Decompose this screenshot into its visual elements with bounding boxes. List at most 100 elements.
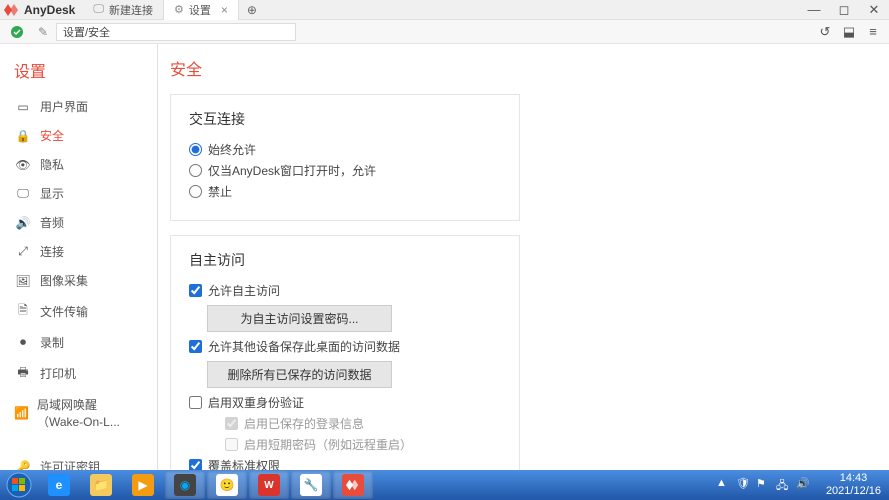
close-window-button[interactable]: ✕	[859, 2, 889, 18]
menu-icon[interactable]: ≡	[861, 24, 885, 39]
radio-always-allow[interactable]: 始终允许	[189, 141, 501, 158]
sidebar-item-filetransfer[interactable]: 🗎文件传输	[0, 295, 157, 328]
taskbar-clock[interactable]: 14:43 2021/12/16	[818, 472, 889, 498]
taskbar-app1[interactable]: 🙂	[207, 471, 247, 499]
sidebar-item-ui[interactable]: ▭ 用户界面	[0, 92, 157, 121]
checkbox-input[interactable]	[189, 396, 202, 409]
checkbox-input[interactable]	[189, 340, 202, 353]
taskbar-anydesk[interactable]	[333, 471, 373, 499]
sidebar-item-privacy[interactable]: 👁隐私	[0, 150, 157, 179]
checkbox-label: 启用已保存的登录信息	[244, 415, 364, 432]
tray-up-icon[interactable]: ▲	[716, 477, 732, 493]
address-bar: ✎ 设置/安全 ↺ ⬓ ≡	[0, 20, 889, 44]
checkbox-input[interactable]	[225, 438, 238, 451]
sidebar-item-display[interactable]: 🖵 显示	[0, 179, 157, 208]
chk-override-permissions[interactable]: 覆盖标准权限	[189, 457, 501, 470]
sidebar-item-label: 局域网唤醒（Wake-On-L...	[37, 396, 143, 430]
connection-icon: ⤢	[14, 244, 32, 259]
tray-volume-icon[interactable]: 🔊	[796, 477, 812, 493]
chk-saved-login[interactable]: 启用已保存的登录信息	[225, 415, 501, 432]
history-icon[interactable]: ↺	[813, 24, 837, 40]
lock-icon: 🔒	[14, 129, 32, 143]
chk-2fa[interactable]: 启用双重身份验证	[189, 394, 501, 411]
breadcrumb-box[interactable]: 设置/安全	[56, 23, 296, 41]
radio-label: 仅当AnyDesk窗口打开时，允许	[208, 162, 376, 179]
tray-network-icon[interactable]: 🖧	[776, 477, 792, 493]
tray-flag-icon[interactable]: ⚑	[756, 477, 772, 493]
display-icon: 🖵	[14, 186, 32, 201]
tab-new-connection[interactable]: 🖵 新建连接	[83, 0, 164, 20]
sidebar-item-wol[interactable]: 📶局域网唤醒（Wake-On-L...	[0, 390, 157, 436]
checkbox-label: 启用短期密码（例如远程重启）	[244, 436, 412, 453]
sidebar-item-connection[interactable]: ⤢ 连接	[0, 237, 157, 266]
radio-input[interactable]	[189, 164, 202, 177]
sidebar-item-audio[interactable]: 🔊 音频	[0, 208, 157, 237]
taskbar-browser[interactable]: ◉	[165, 471, 205, 499]
taskbar-app2[interactable]: 🔧	[291, 471, 331, 499]
sidebar-item-label: 连接	[40, 243, 64, 260]
sidebar-item-capture[interactable]: 🖼图像采集	[0, 266, 157, 295]
checkbox-label: 启用双重身份验证	[208, 394, 304, 411]
sidebar-item-label: 录制	[40, 334, 64, 351]
page-title: 安全	[170, 56, 889, 80]
key-icon: 🔑	[14, 460, 32, 471]
breadcrumb: 设置/安全	[63, 24, 110, 40]
minimize-button[interactable]: ―	[799, 2, 829, 17]
card-title: 自主访问	[189, 250, 501, 270]
sidebar-item-label: 打印机	[40, 365, 76, 382]
sidebar-item-label: 显示	[40, 185, 64, 202]
checkbox-input[interactable]	[189, 284, 202, 297]
sidebar-item-printer[interactable]: 🖶 打印机	[0, 357, 157, 390]
card-unattended-access: 自主访问 允许自主访问 为自主访问设置密码... 允许其他设备保存此桌面的访问数…	[170, 235, 520, 470]
checkbox-input[interactable]	[189, 459, 202, 470]
taskbar-wps[interactable]: W	[249, 471, 289, 499]
tray-shield-icon[interactable]: 🛡	[736, 477, 752, 493]
taskbar-media[interactable]: ▶	[123, 471, 163, 499]
start-button[interactable]	[0, 470, 38, 500]
printer-icon: 🖶	[14, 363, 32, 384]
sidebar-item-security[interactable]: 🔒 安全	[0, 121, 157, 150]
ui-icon: ▭	[14, 100, 32, 114]
taskbar-ie[interactable]: e	[39, 471, 79, 499]
radio-input[interactable]	[189, 185, 202, 198]
close-tab-icon[interactable]: ×	[221, 3, 228, 17]
sidebar-item-license[interactable]: 🔑许可证密钥	[0, 452, 157, 470]
chk-short-password[interactable]: 启用短期密码（例如远程重启）	[225, 436, 501, 453]
download-icon[interactable]: ⬓	[837, 24, 861, 40]
clock-time: 14:43	[826, 472, 881, 485]
tab-label: 设置	[189, 2, 211, 18]
maximize-button[interactable]: ◻	[829, 2, 859, 18]
sidebar-item-record[interactable]: ⏺ 录制	[0, 328, 157, 357]
tab-settings[interactable]: ⚙ 设置 ×	[164, 0, 239, 20]
sidebar-item-label: 用户界面	[40, 98, 88, 115]
clock-date: 2021/12/16	[826, 485, 881, 498]
chk-allow-save-access[interactable]: 允许其他设备保存此桌面的访问数据	[189, 338, 501, 355]
card-title: 交互连接	[189, 109, 501, 129]
radio-input[interactable]	[189, 143, 202, 156]
gear-icon: ⚙	[174, 3, 184, 16]
radio-label: 禁止	[208, 183, 232, 200]
checkbox-label: 允许自主访问	[208, 282, 280, 299]
btn-delete-saved[interactable]: 删除所有已保存的访问数据	[207, 361, 392, 388]
content: 安全 交互连接 始终允许 仅当AnyDesk窗口打开时，允许 禁止 自主访问 允…	[158, 44, 889, 470]
radio-window-open[interactable]: 仅当AnyDesk窗口打开时，允许	[189, 162, 501, 179]
sidebar-item-label: 音频	[40, 214, 64, 231]
new-tab-button[interactable]: ⊕	[239, 3, 265, 17]
speaker-icon: 🔊	[14, 216, 32, 230]
sidebar-heading: 设置	[0, 54, 157, 92]
sidebar: 设置 ▭ 用户界面 🔒 安全 👁隐私 🖵 显示 🔊 音频 ⤢ 连接 🖼图像采集 🗎文件传输…	[0, 44, 158, 470]
tab-label: 新建连接	[109, 2, 153, 18]
wand-icon[interactable]: ✎	[34, 23, 52, 41]
record-icon: ⏺	[14, 335, 32, 350]
btn-set-password[interactable]: 为自主访问设置密码...	[207, 305, 392, 332]
sidebar-item-label: 隐私	[40, 156, 64, 173]
system-tray[interactable]: ▲ 🛡 ⚑ 🖧 🔊	[710, 477, 818, 493]
checkbox-input[interactable]	[225, 417, 238, 430]
sidebar-item-label: 安全	[40, 127, 64, 144]
titlebar: AnyDesk 🖵 新建连接 ⚙ 设置 × ⊕ ― ◻ ✕	[0, 0, 889, 20]
image-icon: 🖼	[14, 274, 32, 288]
radio-forbid[interactable]: 禁止	[189, 183, 501, 200]
taskbar-explorer[interactable]: 📁	[81, 471, 121, 499]
app-name: AnyDesk	[24, 3, 75, 17]
chk-allow-unattended[interactable]: 允许自主访问	[189, 282, 501, 299]
